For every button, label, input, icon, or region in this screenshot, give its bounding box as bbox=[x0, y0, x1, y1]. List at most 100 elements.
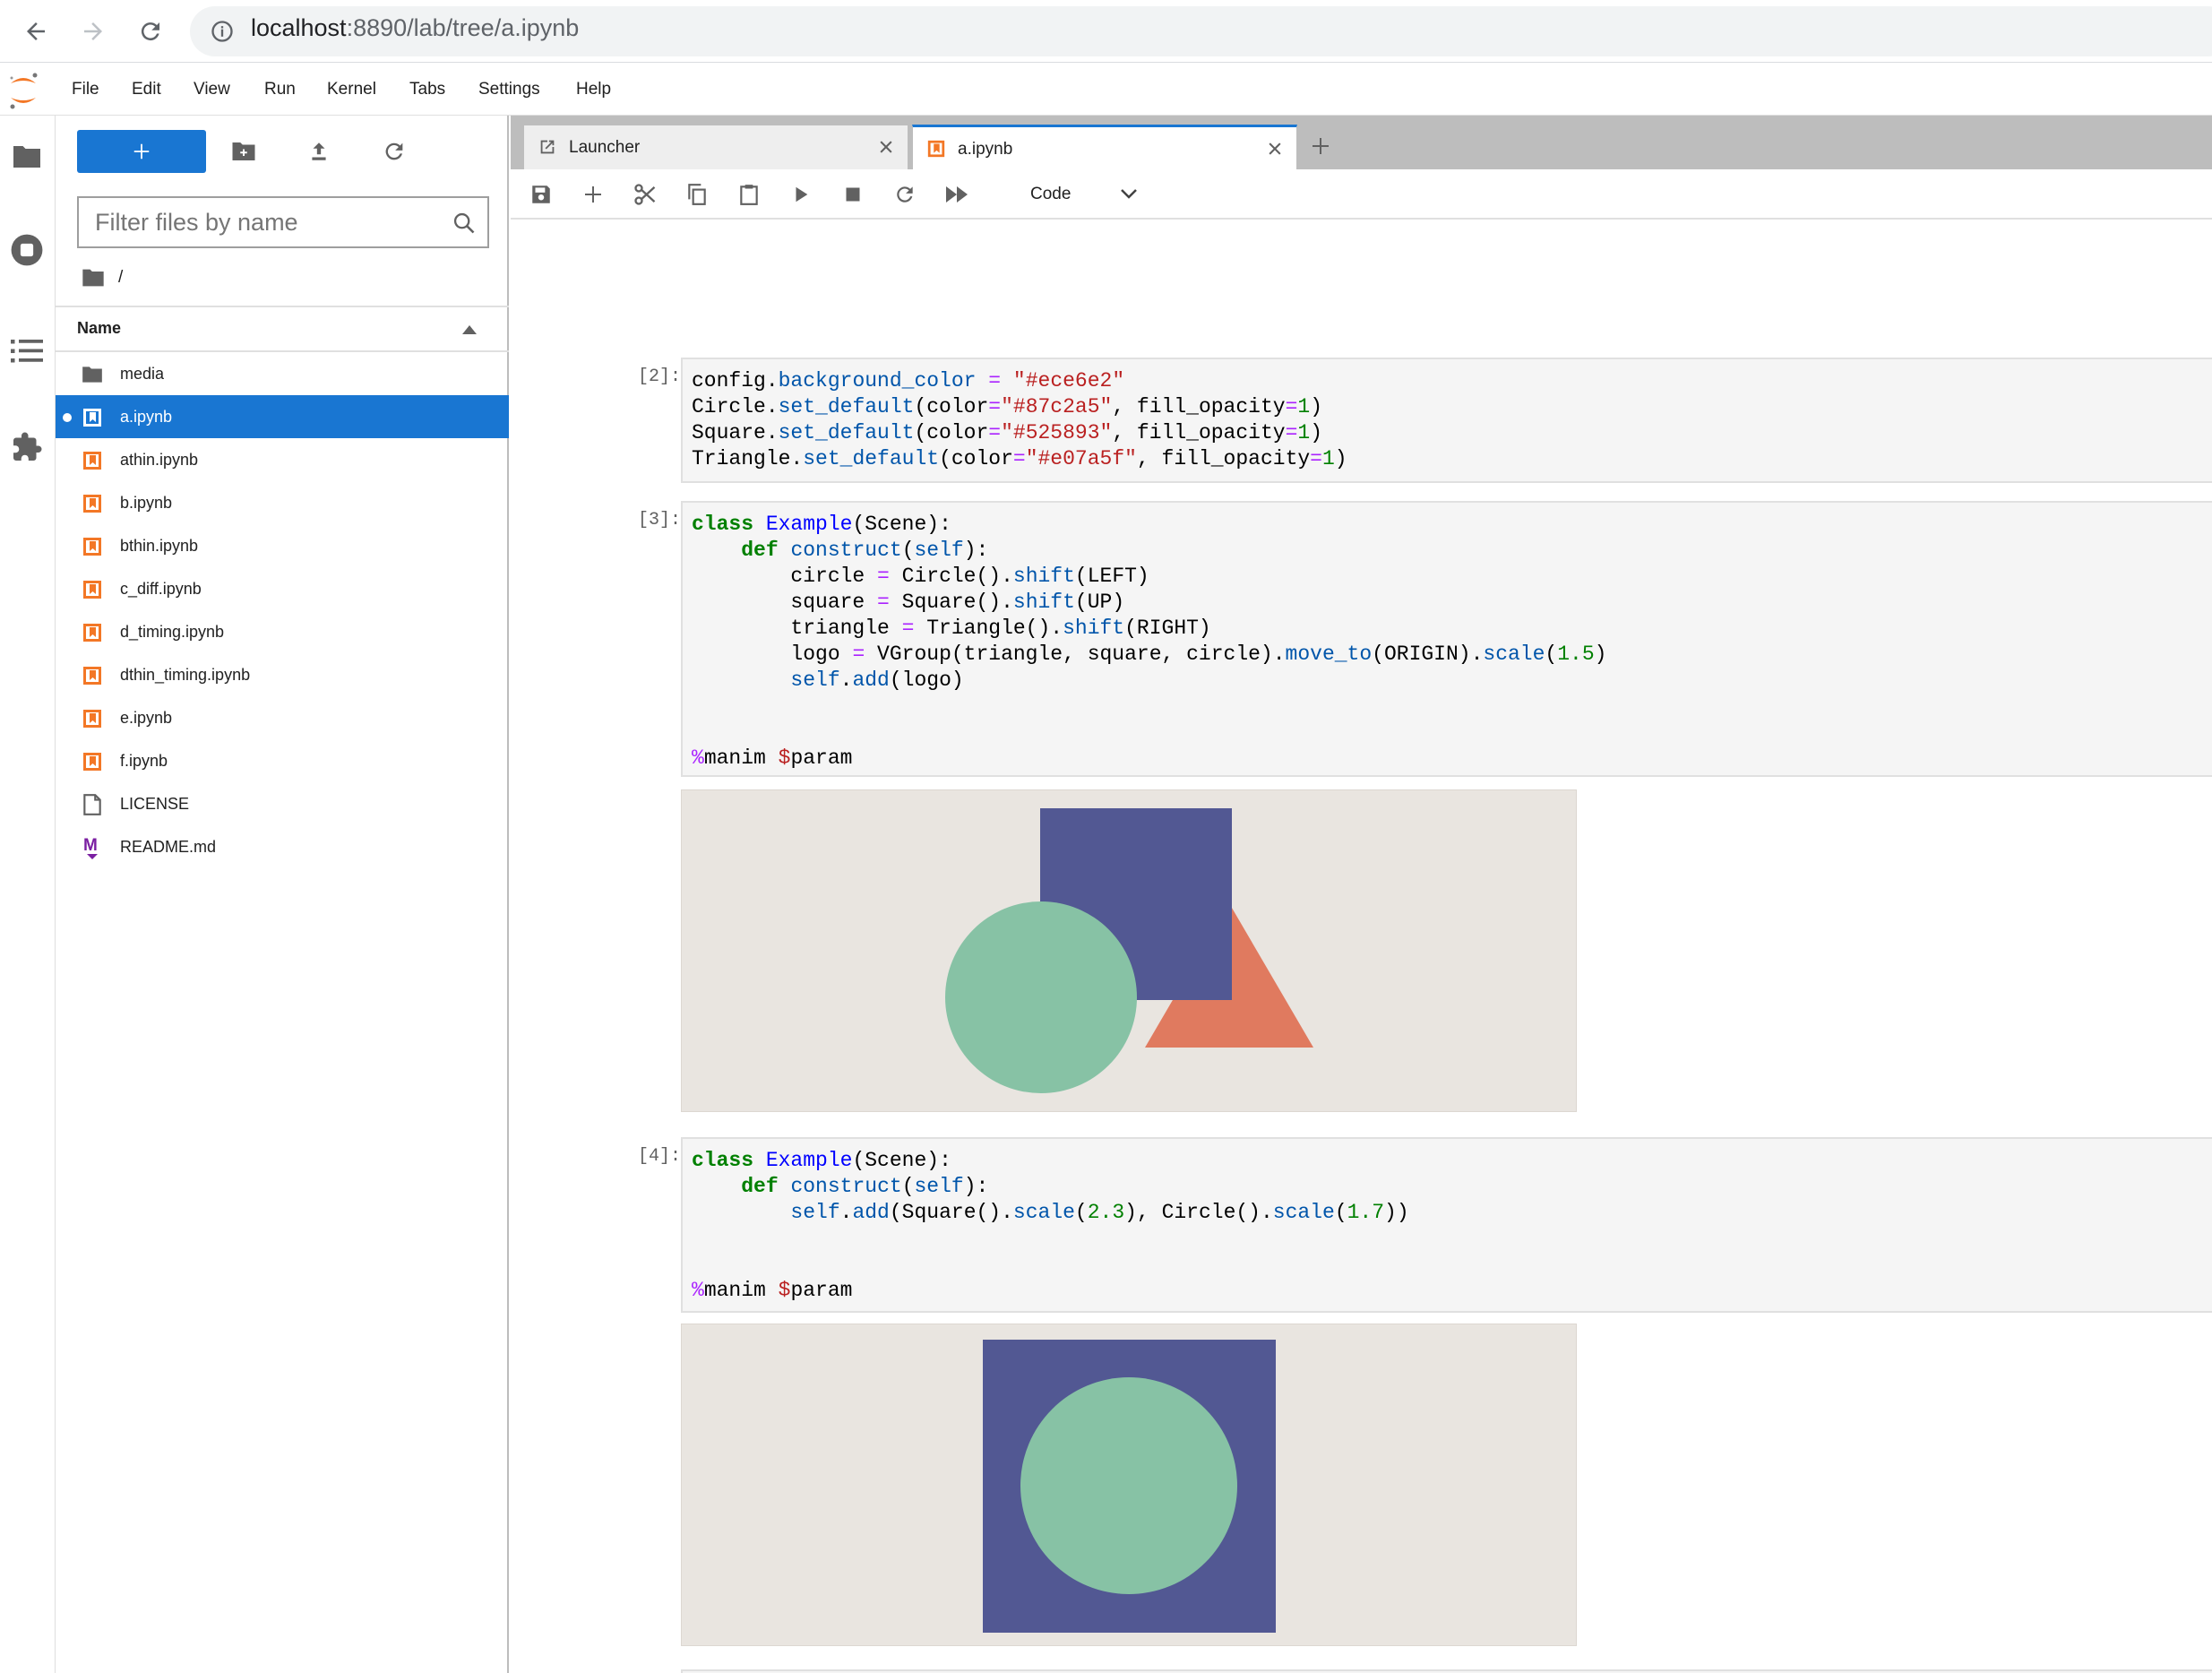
interrupt-kernel-button[interactable] bbox=[835, 177, 871, 212]
tab-notebook-close-icon[interactable] bbox=[1264, 138, 1286, 160]
upload-button[interactable] bbox=[301, 134, 337, 169]
info-icon bbox=[211, 21, 233, 42]
filter-box bbox=[77, 196, 489, 248]
file-list-item[interactable]: b.ipynb bbox=[56, 481, 509, 524]
circle-shape bbox=[1020, 1377, 1237, 1594]
restart-kernel-button[interactable] bbox=[887, 177, 923, 212]
play-icon bbox=[796, 186, 808, 203]
paste-cell-button[interactable] bbox=[731, 177, 767, 212]
file-browser-panel: / Name media a.ipynb athin.ipynb b.ipynb bth… bbox=[56, 116, 509, 1673]
code-text[interactable]: config.background_color = "#ece6e2" Circ… bbox=[692, 368, 1347, 472]
file-list-item[interactable]: dthin_timing.ipynb bbox=[56, 653, 509, 696]
code-text[interactable]: class Example(Scene): def construct(self… bbox=[692, 1148, 1409, 1304]
chevron-down-icon[interactable] bbox=[1111, 177, 1147, 212]
folder-icon bbox=[81, 363, 104, 386]
code-cell-input[interactable]: class Example(Scene): def construct(self… bbox=[681, 1137, 2212, 1313]
insert-cell-button[interactable] bbox=[575, 177, 611, 212]
folder-icon[interactable] bbox=[81, 267, 106, 289]
forward-button[interactable] bbox=[75, 13, 111, 49]
save-icon bbox=[532, 185, 550, 203]
code-text[interactable]: class Example(Scene): def construct(self… bbox=[692, 512, 1606, 772]
restart-icon bbox=[897, 186, 913, 203]
menu-kernel[interactable]: Kernel bbox=[327, 80, 376, 99]
file-list-item[interactable]: media bbox=[56, 352, 509, 395]
arrow-left-icon bbox=[27, 22, 45, 40]
notebook-icon bbox=[81, 750, 104, 773]
notebook-icon bbox=[81, 406, 104, 429]
menu-help[interactable]: Help bbox=[576, 80, 611, 99]
file-list-item[interactable]: bthin.ipynb bbox=[56, 524, 509, 567]
extension-manager-icon[interactable] bbox=[7, 427, 47, 467]
file-list-header[interactable]: Name bbox=[56, 306, 509, 352]
activity-rail bbox=[0, 116, 56, 1673]
notebook-panel[interactable]: [2]: config.background_color = "#ece6e2"… bbox=[511, 221, 2212, 1673]
breadcrumb: / bbox=[81, 264, 123, 291]
new-folder-icon bbox=[232, 142, 255, 160]
file-list-item[interactable]: d_timing.ipynb bbox=[56, 610, 509, 653]
tab-launcher-close-icon[interactable] bbox=[875, 136, 897, 158]
file-icon bbox=[81, 793, 104, 816]
tab-notebook-label: a.ipynb bbox=[958, 140, 1013, 159]
jupyter-logo-icon bbox=[7, 71, 39, 110]
upload-icon bbox=[312, 142, 326, 160]
file-list-item[interactable]: LICENSE bbox=[56, 782, 509, 825]
new-folder-button[interactable] bbox=[226, 134, 262, 169]
sort-ascending-icon[interactable] bbox=[462, 325, 477, 334]
menu-settings[interactable]: Settings bbox=[478, 80, 540, 99]
cell-prompt: [3]: bbox=[637, 510, 681, 530]
plus-icon bbox=[1313, 138, 1329, 154]
file-list-item[interactable]: c_diff.ipynb bbox=[56, 567, 509, 610]
code-cell-input[interactable]: class Example(Scene): def construct(self… bbox=[681, 501, 2212, 777]
reload-button[interactable] bbox=[133, 13, 168, 49]
copy-cell-button[interactable] bbox=[679, 177, 715, 212]
menu-view[interactable]: View bbox=[194, 80, 230, 99]
file-list-item[interactable]: a.ipynb bbox=[56, 395, 509, 438]
file-list-item[interactable]: f.ipynb bbox=[56, 739, 509, 782]
tab-launcher-label: Launcher bbox=[569, 138, 641, 157]
file-name: a.ipynb bbox=[120, 408, 173, 426]
file-name: README.md bbox=[120, 838, 217, 856]
launcher-icon bbox=[537, 136, 558, 158]
main-dock-area: Launcher a.ipynb Code [2]: config.backgr… bbox=[511, 116, 2212, 1673]
breadcrumb-root[interactable]: / bbox=[118, 268, 123, 288]
url-host: localhost bbox=[251, 14, 347, 41]
menu-run[interactable]: Run bbox=[264, 80, 296, 99]
menu-file[interactable]: File bbox=[72, 80, 99, 99]
cut-cell-button[interactable] bbox=[627, 177, 663, 212]
restart-run-all-button[interactable] bbox=[939, 177, 975, 212]
notebook-icon bbox=[81, 707, 104, 730]
file-list-item[interactable]: athin.ipynb bbox=[56, 438, 509, 481]
file-name: e.ipynb bbox=[120, 709, 173, 727]
notebook-icon bbox=[925, 138, 947, 160]
tab-launcher[interactable]: Launcher bbox=[523, 125, 908, 169]
save-button[interactable] bbox=[523, 177, 559, 212]
cell-type-value: Code bbox=[1030, 185, 1072, 203]
menu-edit[interactable]: Edit bbox=[132, 80, 161, 99]
run-cell-button[interactable] bbox=[783, 177, 819, 212]
back-button[interactable] bbox=[18, 13, 54, 49]
refresh-files-button[interactable] bbox=[376, 134, 412, 169]
tab-notebook[interactable]: a.ipynb bbox=[912, 125, 1297, 169]
filter-files-input[interactable] bbox=[95, 209, 435, 236]
scissors-icon bbox=[634, 184, 656, 205]
circle-shape bbox=[945, 901, 1137, 1093]
url-text[interactable]: localhost:8890/lab/tree/a.ipynb bbox=[251, 14, 579, 42]
search-icon bbox=[453, 212, 475, 234]
table-of-contents-icon[interactable] bbox=[7, 331, 47, 370]
file-list-item[interactable]: M README.md bbox=[56, 825, 509, 868]
menu-bar: File Edit View Run Kernel Tabs Settings … bbox=[0, 64, 2212, 116]
new-launcher-button[interactable] bbox=[77, 130, 206, 173]
empty-code-cell-input[interactable] bbox=[681, 1669, 2212, 1673]
add-tab-button[interactable] bbox=[1301, 126, 1340, 166]
code-cell-input[interactable]: config.background_color = "#ece6e2" Circ… bbox=[681, 358, 2212, 483]
plus-icon bbox=[585, 186, 601, 203]
file-list-item[interactable]: e.ipynb bbox=[56, 696, 509, 739]
running-sessions-icon[interactable] bbox=[7, 230, 47, 270]
manim-logo-render bbox=[945, 808, 1313, 1093]
cell-prompt: [4]: bbox=[637, 1146, 681, 1167]
file-browser-tab-icon[interactable] bbox=[7, 137, 47, 177]
menu-tabs[interactable]: Tabs bbox=[409, 80, 445, 99]
name-column-header[interactable]: Name bbox=[77, 319, 121, 338]
reload-icon bbox=[141, 22, 159, 41]
refresh-icon bbox=[385, 142, 403, 160]
